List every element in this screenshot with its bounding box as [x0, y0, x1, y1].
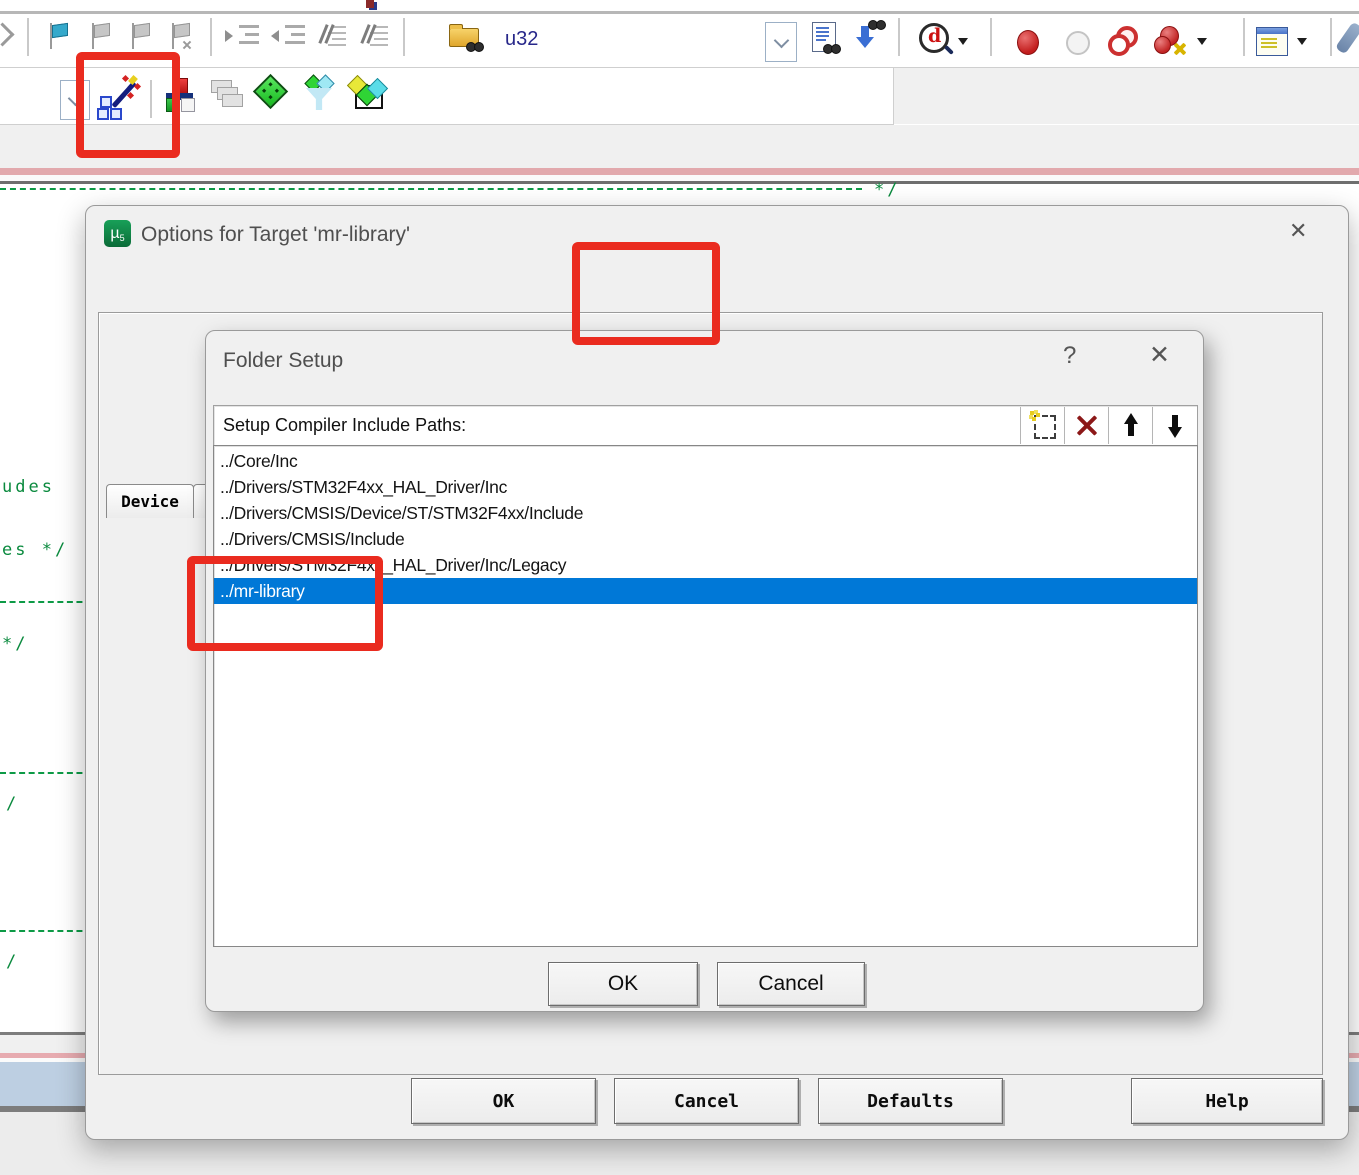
- comment-dashed-line: [0, 772, 92, 774]
- list-item[interactable]: ../Drivers/CMSIS/Device/ST/STM32F4xx/Inc…: [214, 500, 1197, 526]
- move-down-button[interactable]: [1152, 407, 1197, 444]
- comment-dashed-line: [0, 930, 92, 932]
- rebuild-all-icon[interactable]: [348, 76, 386, 110]
- comment-fragment: es */: [2, 540, 68, 560]
- insert-breakpoint-icon[interactable]: [1017, 30, 1039, 55]
- comment-fragment: */: [2, 634, 28, 654]
- load-application-icon[interactable]: [302, 76, 338, 112]
- ok-button[interactable]: OK: [411, 1078, 596, 1124]
- toolbar-separator: [898, 18, 900, 56]
- toolbar-separator: [403, 18, 405, 56]
- batch-build-icon[interactable]: [209, 79, 245, 111]
- annotation-box-c-cpp-tab: [572, 242, 720, 345]
- include-paths-header-bar: Setup Compiler Include Paths:: [213, 405, 1198, 447]
- list-item[interactable]: ../Core/Inc: [214, 448, 1197, 474]
- toolbar-separator: [27, 18, 29, 56]
- disable-breakpoint-icon[interactable]: [1066, 31, 1090, 55]
- kill-all-breakpoints-icon[interactable]: [1152, 26, 1186, 56]
- comment-fragment: */: [874, 180, 900, 200]
- toolbar-separator: [1243, 18, 1245, 56]
- close-icon[interactable]: ✕: [1149, 344, 1170, 366]
- delete-path-button[interactable]: [1064, 407, 1109, 444]
- search-combo-value[interactable]: u32: [505, 28, 538, 51]
- comment-fragment: udes: [2, 477, 55, 497]
- comment-dashed-line: [0, 188, 862, 190]
- breakpoints-dropdown-arrow-icon[interactable]: [1197, 38, 1207, 45]
- comment-dashed-line: [0, 601, 92, 603]
- window-chrome-band: [0, 125, 1359, 168]
- folder-setup-dialog: Folder Setup ? ✕ Setup Compiler Include …: [205, 330, 1204, 1012]
- bookmark-next-icon[interactable]: [128, 20, 152, 52]
- include-paths-label: Setup Compiler Include Paths:: [223, 415, 466, 436]
- bookmark-prev-icon[interactable]: [88, 20, 112, 52]
- delete-icon: [1075, 414, 1099, 436]
- find-in-files-icon[interactable]: [448, 20, 486, 52]
- comment-fragment: /: [6, 794, 19, 814]
- move-up-button[interactable]: [1108, 407, 1153, 444]
- toolbar-row2-gap: [894, 68, 1359, 124]
- menu-sliver: [0, 0, 1359, 11]
- window-list-dropdown-arrow-icon[interactable]: [1297, 38, 1307, 45]
- menu-sliver-pixel: [366, 0, 374, 8]
- bookmark-toggle-icon[interactable]: [46, 20, 70, 52]
- search-combo-dropdown[interactable]: [765, 22, 797, 62]
- include-paths-list[interactable]: ../Core/Inc ../Drivers/STM32F4xx_HAL_Dri…: [213, 445, 1198, 947]
- folder-cancel-button[interactable]: Cancel: [717, 962, 865, 1006]
- folder-setup-title: Folder Setup: [223, 349, 343, 373]
- arrow-down-icon: [1166, 413, 1184, 438]
- uvision-logo-icon: µ5: [104, 220, 131, 247]
- keil-uvision-window: u32 */ udes es */ */ / /: [0, 0, 1359, 1175]
- annotation-box-options-icon: [76, 52, 180, 158]
- arrow-up-icon: [1122, 413, 1140, 438]
- annotation-box-mr-library: [187, 556, 383, 651]
- tab-device[interactable]: Device: [106, 484, 194, 518]
- cancel-button[interactable]: Cancel: [614, 1078, 799, 1124]
- window-list-icon[interactable]: [1256, 27, 1288, 56]
- uncomment-selection-icon[interactable]: [358, 20, 390, 52]
- folder-ok-button[interactable]: OK: [548, 962, 698, 1006]
- bookmark-clear-icon[interactable]: [168, 20, 192, 52]
- list-item[interactable]: ../Drivers/STM32F4xx_HAL_Driver/Inc: [214, 474, 1197, 500]
- indent-right-icon[interactable]: [224, 20, 262, 52]
- comment-fragment: /: [6, 952, 19, 972]
- comment-selection-icon[interactable]: [316, 20, 348, 52]
- toolbar-separator: [990, 18, 992, 56]
- find-in-document-icon[interactable]: [918, 22, 954, 58]
- pink-divider-top: [0, 168, 1359, 175]
- indent-left-icon[interactable]: [270, 20, 308, 52]
- toolbar-separator: [210, 18, 212, 56]
- incremental-find-icon[interactable]: [852, 20, 884, 52]
- defaults-button[interactable]: Defaults: [818, 1078, 1003, 1124]
- new-path-button[interactable]: [1020, 407, 1065, 444]
- help-button[interactable]: Help: [1131, 1078, 1323, 1124]
- find-icon[interactable]: [812, 22, 836, 52]
- close-icon[interactable]: ✕: [1289, 220, 1307, 242]
- new-item-icon: [1034, 415, 1056, 439]
- find-dropdown-arrow-icon[interactable]: [958, 38, 968, 45]
- list-item[interactable]: ../Drivers/CMSIS/Include: [214, 526, 1197, 552]
- dialog-title: Options for Target 'mr-library': [141, 223, 410, 247]
- help-icon[interactable]: ?: [1063, 345, 1076, 367]
- disable-all-breakpoints-icon[interactable]: [1106, 26, 1140, 56]
- toolbar-separator: [1330, 18, 1332, 56]
